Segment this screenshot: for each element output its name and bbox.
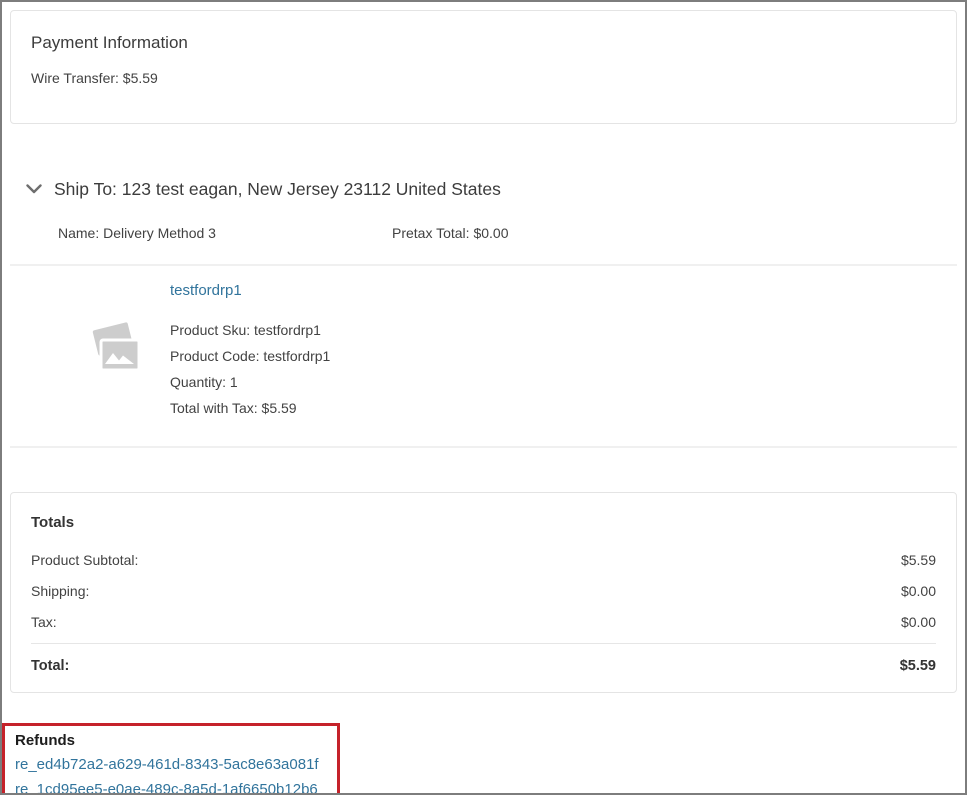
divider bbox=[10, 264, 957, 266]
totals-value: $5.59 bbox=[901, 550, 936, 570]
product-image-placeholder bbox=[58, 322, 170, 379]
grand-total-label: Total: bbox=[31, 656, 69, 676]
product-code: Product Code: testfordrp1 bbox=[170, 343, 330, 369]
totals-label: Product Subtotal: bbox=[31, 550, 138, 570]
refunds-highlight-box: Refunds re_ed4b72a2-a629-461d-8343-5ac8e… bbox=[2, 723, 340, 795]
product-details: testfordrp1 Product Sku: testfordrp1 Pro… bbox=[170, 279, 330, 421]
divider bbox=[10, 446, 957, 448]
refund-id-link[interactable]: re_1cd95ee5-e0ae-489c-8a5d-1af6650b12b6 bbox=[15, 777, 327, 795]
ship-to-title: Ship To: 123 test eagan, New Jersey 2311… bbox=[54, 179, 501, 200]
ship-to-header: Ship To: 123 test eagan, New Jersey 2311… bbox=[22, 177, 965, 201]
totals-row-grand-total: Total: $5.59 bbox=[31, 656, 936, 676]
totals-row-tax: Tax: $0.00 bbox=[31, 612, 936, 632]
product-quantity: Quantity: 1 bbox=[170, 369, 330, 395]
totals-title: Totals bbox=[31, 513, 936, 533]
totals-label: Shipping: bbox=[31, 581, 89, 601]
grand-total-value: $5.59 bbox=[900, 656, 936, 676]
product-attributes: Product Sku: testfordrp1 Product Code: t… bbox=[170, 317, 330, 421]
totals-value: $0.00 bbox=[901, 581, 936, 601]
payment-information-card: Payment Information Wire Transfer: $5.59 bbox=[10, 10, 957, 124]
product-title-link[interactable]: testfordrp1 bbox=[170, 281, 242, 301]
totals-divider bbox=[31, 643, 936, 644]
totals-label: Tax: bbox=[31, 612, 57, 632]
product-row: testfordrp1 Product Sku: testfordrp1 Pro… bbox=[58, 279, 965, 421]
delivery-method-name: Name: Delivery Method 3 bbox=[58, 225, 392, 241]
refunds-title: Refunds bbox=[15, 730, 327, 752]
product-total-with-tax: Total with Tax: $5.59 bbox=[170, 395, 330, 421]
chevron-down-icon bbox=[26, 182, 42, 197]
refund-id-link[interactable]: re_ed4b72a2-a629-461d-8343-5ac8e63a081f bbox=[15, 752, 327, 777]
product-sku: Product Sku: testfordrp1 bbox=[170, 317, 330, 343]
totals-value: $0.00 bbox=[901, 612, 936, 632]
order-details-page: Payment Information Wire Transfer: $5.59… bbox=[0, 0, 967, 795]
payment-information-title: Payment Information bbox=[31, 32, 936, 54]
totals-row-shipping: Shipping: $0.00 bbox=[31, 581, 936, 601]
totals-row-product-subtotal: Product Subtotal: $5.59 bbox=[31, 550, 936, 570]
photo-library-icon bbox=[86, 322, 142, 379]
totals-card: Totals Product Subtotal: $5.59 Shipping:… bbox=[10, 492, 957, 693]
pretax-total: Pretax Total: $0.00 bbox=[392, 225, 508, 241]
collapse-shipment-button[interactable] bbox=[22, 177, 46, 201]
shipment-meta-row: Name: Delivery Method 3 Pretax Total: $0… bbox=[2, 225, 965, 241]
payment-method-line: Wire Transfer: $5.59 bbox=[31, 69, 936, 87]
